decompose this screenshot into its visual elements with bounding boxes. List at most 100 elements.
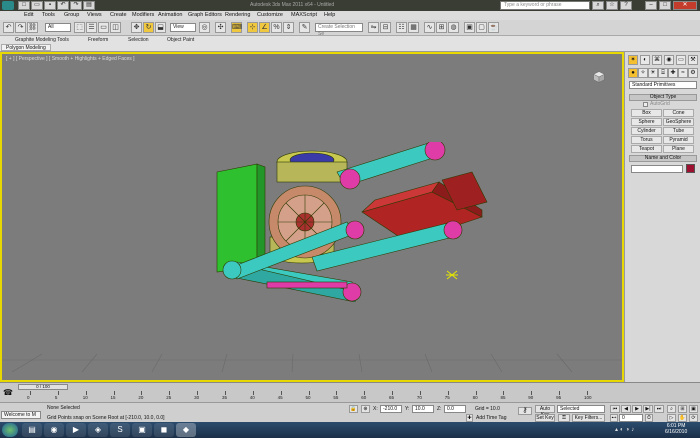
time-slider[interactable]: 0 / 100: [18, 384, 68, 390]
y-coordinate-field[interactable]: 10.0: [412, 405, 434, 413]
taskbar-skype-icon[interactable]: S: [110, 423, 130, 437]
search-input[interactable]: Type a keyword or phrase: [500, 1, 590, 10]
scale-icon[interactable]: ⬓: [155, 22, 166, 33]
taskbar-firefox-icon[interactable]: ◉: [44, 423, 64, 437]
shapes-icon[interactable]: ✧: [638, 68, 648, 78]
window-crossing-icon[interactable]: ◫: [110, 22, 121, 33]
name-and-color-rollout[interactable]: Name and Color: [629, 155, 697, 162]
keyboard-shortcut-icon[interactable]: ⌨: [231, 22, 242, 33]
select-by-name-icon[interactable]: ☰: [86, 22, 97, 33]
cylinder-button[interactable]: Cylinder: [631, 127, 662, 135]
tab-object-paint[interactable]: Object Paint: [167, 37, 194, 44]
tab-selection[interactable]: Selection: [128, 37, 149, 44]
zoom-extents-icon[interactable]: ▣: [689, 405, 698, 413]
taskbar-3dsmax-icon[interactable]: ◆: [176, 423, 196, 437]
menu-tools[interactable]: Tools: [42, 12, 55, 18]
mini-curve-editor-icon[interactable]: ☎: [3, 389, 14, 398]
menu-views[interactable]: Views: [87, 12, 102, 18]
menu-create[interactable]: Create: [110, 12, 127, 18]
auto-key-button[interactable]: Auto Key: [535, 405, 555, 418]
torus-button[interactable]: Torus: [631, 136, 662, 144]
align-icon[interactable]: ⊟: [380, 22, 391, 33]
menu-maxscript[interactable]: MAXScript: [291, 12, 317, 18]
cone-button[interactable]: Cone: [663, 109, 694, 117]
set-key-icon[interactable]: ⚿: [558, 414, 570, 422]
named-selection-dropdown[interactable]: Create Selection Se: [315, 23, 363, 37]
category-dropdown[interactable]: Standard Primitives: [629, 81, 697, 89]
taskbar-media-icon[interactable]: ▶: [66, 423, 86, 437]
redo-icon[interactable]: ↷: [15, 22, 26, 33]
menu-graph-editors[interactable]: Graph Editors: [188, 12, 222, 18]
space-warps-icon[interactable]: ≈: [678, 68, 688, 78]
rotate-icon[interactable]: ↻: [143, 22, 154, 33]
play-icon[interactable]: ▶: [632, 405, 642, 413]
object-color-swatch[interactable]: [686, 164, 695, 173]
tube-button[interactable]: Tube: [663, 127, 694, 135]
undo-icon[interactable]: ↶: [57, 1, 69, 10]
sphere-button[interactable]: Sphere: [631, 118, 662, 126]
curve-editor-icon[interactable]: ∿: [424, 22, 435, 33]
go-to-start-icon[interactable]: ⏮: [610, 405, 620, 413]
track-bar[interactable]: ☎ 0 / 100 0 5 10 15 20 25 30 35 40 45 50 55 60 65 70 75…: [0, 382, 700, 402]
plane-button[interactable]: Plane: [663, 145, 694, 153]
absolute-mode-icon[interactable]: ⊕: [361, 405, 370, 413]
key-mode-toggle-icon[interactable]: ⊷: [610, 414, 618, 422]
taskbar-photoshop-icon[interactable]: ◼: [154, 423, 174, 437]
menu-customize[interactable]: Customize: [257, 12, 283, 18]
close-button[interactable]: ✕: [673, 1, 697, 10]
create-tab-icon[interactable]: ✶: [628, 55, 638, 65]
angle-snap-icon[interactable]: ∠: [259, 22, 270, 33]
taskbar-app-icon[interactable]: ◈: [88, 423, 108, 437]
add-time-tag-button[interactable]: Add Time Tag: [476, 415, 506, 421]
snap-toggle-icon[interactable]: ⊹: [247, 22, 258, 33]
help-icon[interactable]: ?: [620, 1, 632, 10]
systems-icon[interactable]: ⚙: [688, 68, 698, 78]
current-frame-field[interactable]: 0: [619, 414, 643, 422]
spinner-snap-icon[interactable]: ⇕: [283, 22, 294, 33]
layer-manager-icon[interactable]: ☷: [396, 22, 407, 33]
z-coordinate-field[interactable]: 0.0: [444, 405, 466, 413]
open-file-icon[interactable]: ▭: [31, 1, 43, 10]
app-logo-icon[interactable]: [2, 1, 14, 10]
object-name-field[interactable]: [631, 165, 683, 173]
taskbar-project-icon[interactable]: ▣: [132, 423, 152, 437]
pan-icon[interactable]: ✋: [678, 414, 687, 422]
cameras-icon[interactable]: ⌸: [658, 68, 668, 78]
schematic-view-icon[interactable]: ⊞: [436, 22, 447, 33]
zoom-all-icon[interactable]: ⊞: [678, 405, 687, 413]
manipulate-icon[interactable]: ✣: [215, 22, 226, 33]
select-object-icon[interactable]: ⬚: [74, 22, 85, 33]
selection-region-icon[interactable]: ▭: [98, 22, 109, 33]
link-icon[interactable]: ⛓: [27, 22, 38, 33]
helpers-icon[interactable]: ✚: [668, 68, 678, 78]
menu-group[interactable]: Group: [64, 12, 79, 18]
field-of-view-icon[interactable]: ▷: [667, 414, 676, 422]
new-file-icon[interactable]: □: [18, 1, 30, 10]
minimize-button[interactable]: –: [645, 1, 657, 10]
orbit-icon[interactable]: ⟳: [689, 414, 698, 422]
render-production-icon[interactable]: ☕: [488, 22, 499, 33]
percent-snap-icon[interactable]: %: [271, 22, 282, 33]
project-folder-icon[interactable]: ▤: [83, 1, 95, 10]
move-icon[interactable]: ✥: [131, 22, 142, 33]
key-filters-button[interactable]: Key Filters...: [572, 414, 605, 422]
time-config-icon[interactable]: ⏱: [645, 414, 653, 422]
system-clock[interactable]: 6:01 PM 6/16/2010: [665, 423, 687, 435]
display-tab-icon[interactable]: ▭: [676, 55, 686, 65]
taskbar-explorer-icon[interactable]: ▤: [22, 423, 42, 437]
motion-tab-icon[interactable]: ◉: [664, 55, 674, 65]
modify-tab-icon[interactable]: ◐: [640, 55, 650, 65]
object-type-rollout[interactable]: Object Type: [629, 94, 697, 101]
tray-icons[interactable]: ▴◐◑♪: [615, 426, 660, 434]
pyramid-button[interactable]: Pyramid: [663, 136, 694, 144]
lock-selection-icon[interactable]: 🔒: [349, 405, 358, 413]
save-file-icon[interactable]: ▪: [44, 1, 56, 10]
menu-rendering[interactable]: Rendering: [225, 12, 250, 18]
perspective-viewport[interactable]: [ + ] [ Perspective ] [ Smooth + Highlig…: [0, 52, 624, 382]
mirror-icon[interactable]: ⇋: [368, 22, 379, 33]
maxscript-listener[interactable]: Welcome to M: [1, 411, 41, 419]
rendered-frame-icon[interactable]: ▢: [476, 22, 487, 33]
go-to-end-icon[interactable]: ⏭: [654, 405, 664, 413]
hierarchy-tab-icon[interactable]: ⌘: [652, 55, 662, 65]
menu-animation[interactable]: Animation: [158, 12, 182, 18]
